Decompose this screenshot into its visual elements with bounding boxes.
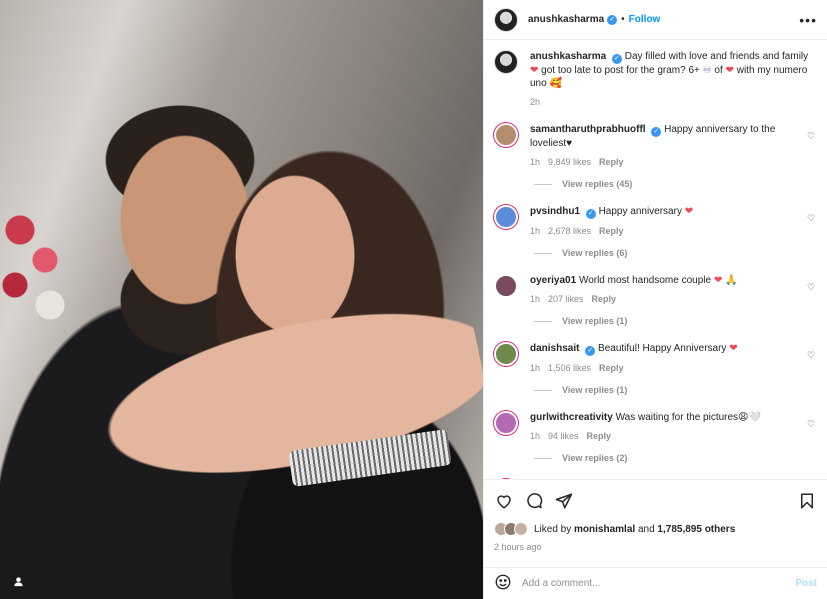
post-timestamp[interactable]: 2 hours ago (494, 542, 817, 552)
comment-time: 1h (530, 363, 541, 373)
comment-username[interactable]: gurlwithcreativity (530, 412, 613, 423)
comment-time: 1h (530, 431, 541, 441)
comment-time: 1h (530, 157, 541, 167)
view-replies-button[interactable]: View replies (1) (534, 316, 817, 326)
post-header: anushkasharma ✓ • Follow ••• (484, 0, 827, 40)
comment-time: 1h (530, 294, 541, 304)
caption-text-3: of (714, 65, 723, 76)
view-replies-label: View replies (6) (562, 248, 628, 258)
comment-likes[interactable]: 94 likes (548, 430, 579, 443)
view-replies-label: View replies (1) (562, 316, 628, 326)
comment-avatar[interactable] (494, 123, 518, 147)
infinity-icon: ♾ (702, 65, 712, 76)
comment-avatar[interactable] (494, 205, 518, 229)
comment-item: danishsait ✓ Beautiful! Happy Anniversar… (494, 342, 817, 395)
comment-avatar[interactable] (494, 274, 518, 298)
liked-by-user[interactable]: monishamlal (574, 524, 635, 535)
add-comment-bar: Post (484, 567, 827, 599)
emoji-icon[interactable] (494, 573, 512, 594)
verified-badge-icon: ✓ (585, 209, 596, 219)
comment-avatar[interactable] (494, 342, 518, 366)
red-heart-icon: ❤ (684, 206, 694, 217)
comment-item: samantharuthprabhuoffl ✓ Happy anniversa… (494, 123, 817, 189)
author-avatar[interactable] (494, 7, 518, 32)
like-comment-icon[interactable]: ♡ (805, 350, 817, 361)
comment-likes[interactable]: 2,678 likes (548, 225, 591, 238)
comment-username[interactable]: pvsindhu1 (530, 206, 580, 217)
red-heart-icon: ❤ (725, 65, 734, 76)
like-comment-icon[interactable]: ♡ (805, 131, 817, 142)
view-replies-button[interactable]: View replies (2) (534, 453, 817, 463)
comment-item: pvsindhu1 ✓ Happy anniversary ❤ 1h 2,678… (494, 205, 817, 258)
comment-item: gurlwithcreativity Was waiting for the p… (494, 411, 817, 463)
liker-avatar (514, 522, 528, 536)
reply-button[interactable]: Reply (599, 156, 624, 169)
divider-line (534, 389, 552, 391)
add-comment-input[interactable] (522, 578, 796, 589)
view-replies-label: View replies (2) (562, 453, 628, 463)
divider-line (534, 183, 552, 185)
liked-by-prefix: Liked by (534, 523, 572, 535)
comment-likes[interactable]: 1,506 likes (548, 362, 591, 375)
folded-hands-icon: 🙏 (725, 275, 738, 286)
comment-username[interactable]: samantharuthprabhuoffl (530, 124, 646, 135)
bookmark-icon[interactable] (797, 491, 817, 511)
tagged-users-icon[interactable] (8, 571, 28, 591)
comment-likes[interactable]: 207 likes (548, 293, 584, 306)
comment-text: Happy anniversary (598, 206, 682, 217)
share-icon[interactable] (554, 491, 574, 511)
view-replies-button[interactable]: View replies (45) (534, 179, 817, 189)
divider-line (534, 252, 552, 254)
verified-badge-icon: ✓ (585, 346, 596, 356)
view-replies-button[interactable]: View replies (6) (534, 248, 817, 258)
liked-by-and: and (637, 523, 655, 535)
caption-username[interactable]: anushkasharma (530, 51, 606, 62)
comment-username[interactable]: oyeriya01 (530, 275, 576, 286)
view-replies-label: View replies (45) (562, 179, 633, 189)
comment-text: Beautiful! Happy Anniversary (598, 343, 727, 354)
like-comment-icon[interactable]: ♡ (805, 213, 817, 224)
separator-dot: • (621, 14, 625, 25)
post-panel: anushkasharma ✓ • Follow ••• anushkashar… (483, 0, 827, 599)
post-caption: anushkasharma ✓ Day filled with love and… (494, 50, 817, 109)
red-heart-icon: ❤ (713, 275, 723, 286)
follow-button[interactable]: Follow (629, 14, 661, 25)
likes-count[interactable]: 1,785,895 others (657, 524, 735, 535)
like-comment-icon[interactable]: ♡ (805, 282, 817, 293)
reply-button[interactable]: Reply (592, 293, 617, 306)
like-comment-icon[interactable]: ♡ (805, 419, 817, 430)
caption-avatar[interactable] (494, 50, 518, 74)
comment-avatar[interactable] (494, 411, 518, 435)
view-replies-label: View replies (1) (562, 385, 628, 395)
comment-text: World most handsome couple (578, 275, 712, 286)
verified-badge-icon: ✓ (651, 127, 662, 137)
reply-button[interactable]: Reply (587, 430, 612, 443)
verified-badge-icon: ✓ (611, 54, 622, 64)
red-heart-icon: ❤ (729, 343, 738, 354)
view-replies-button[interactable]: View replies (1) (534, 385, 817, 395)
caption-time: 2h (530, 97, 541, 107)
post-image[interactable] (0, 0, 483, 599)
comment-item: oyeriya01 World most handsome couple ❤ 🙏… (494, 274, 817, 326)
smiling-hearts-icon: 🥰 (549, 78, 562, 89)
comment-username[interactable]: danishsait (530, 343, 579, 354)
likes-summary: Liked by monishamlal and 1,785,895 other… (494, 522, 817, 536)
divider-line (534, 457, 552, 459)
caption-text: Day filled with love and friends and fam… (624, 51, 809, 62)
comment-likes[interactable]: 9,849 likes (548, 156, 591, 169)
reply-button[interactable]: Reply (599, 225, 624, 238)
caption-text-2: got too late to post for the gram? 6+ (541, 65, 700, 76)
comment-time: 1h (530, 226, 541, 236)
comment-text: Was waiting for the pictures😩🤍 (615, 412, 761, 423)
author-username[interactable]: anushkasharma (528, 14, 604, 25)
reply-button[interactable]: Reply (599, 362, 624, 375)
more-options-icon[interactable]: ••• (799, 12, 817, 28)
comments-list[interactable]: anushkasharma ✓ Day filled with love and… (484, 40, 827, 479)
divider-line (534, 320, 552, 322)
verified-badge-icon: ✓ (607, 14, 618, 25)
post-comment-button[interactable]: Post (795, 578, 817, 589)
comment-icon[interactable] (524, 491, 544, 511)
like-heart-icon[interactable] (494, 491, 514, 511)
red-heart-icon: ❤ (530, 65, 539, 76)
